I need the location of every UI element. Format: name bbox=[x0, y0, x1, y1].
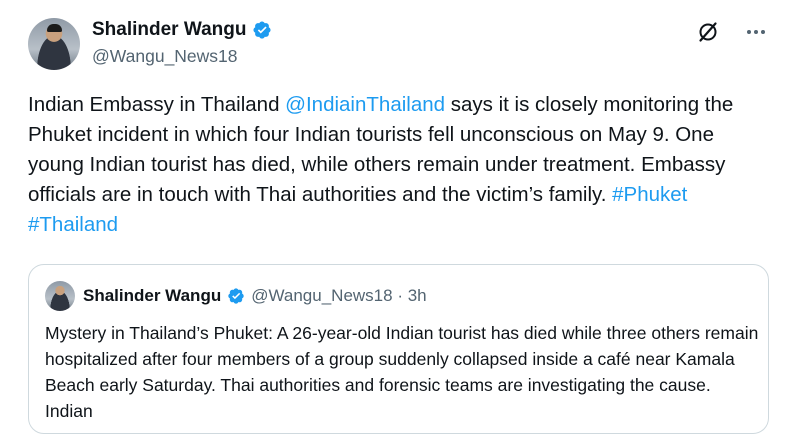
quoted-author-avatar[interactable] bbox=[45, 281, 75, 311]
author-handle[interactable]: @Wangu_News18 bbox=[92, 46, 238, 67]
tweet-text-part: Indian Embassy in Thailand bbox=[28, 93, 286, 116]
verified-badge-icon bbox=[227, 287, 245, 305]
tweet-body: Indian Embassy in Thailand @IndiainThail… bbox=[28, 90, 758, 240]
hashtag-link[interactable]: #Phuket bbox=[612, 183, 687, 206]
tweet-card[interactable]: Shalinder Wangu @Wangu_News18 Indian Emb… bbox=[0, 0, 800, 446]
quoted-tweet-time[interactable]: 3h bbox=[408, 286, 427, 306]
author-display-name[interactable]: Shalinder Wangu bbox=[92, 19, 246, 41]
quoted-author-display-name[interactable]: Shalinder Wangu bbox=[83, 286, 221, 306]
quoted-tweet-text: Mystery in Thailand’s Phuket: A 26-year-… bbox=[45, 323, 759, 421]
quoted-tweet[interactable]: Shalinder Wangu @Wangu_News18 · 3h Myste… bbox=[28, 264, 769, 434]
more-icon[interactable] bbox=[742, 18, 770, 46]
tweet-actions-top bbox=[694, 18, 770, 46]
mention-link[interactable]: @IndiainThailand bbox=[285, 93, 445, 116]
hashtag-link[interactable]: #Thailand bbox=[28, 213, 118, 236]
author-name-row: Shalinder Wangu bbox=[92, 17, 272, 43]
meta-separator: · bbox=[392, 286, 408, 305]
quoted-tweet-header: Shalinder Wangu @Wangu_News18 · 3h bbox=[83, 283, 427, 309]
verified-badge-icon bbox=[252, 20, 272, 40]
author-avatar[interactable] bbox=[28, 18, 80, 70]
quoted-author-handle[interactable]: @Wangu_News18 bbox=[251, 286, 392, 306]
grok-icon[interactable] bbox=[694, 18, 722, 46]
